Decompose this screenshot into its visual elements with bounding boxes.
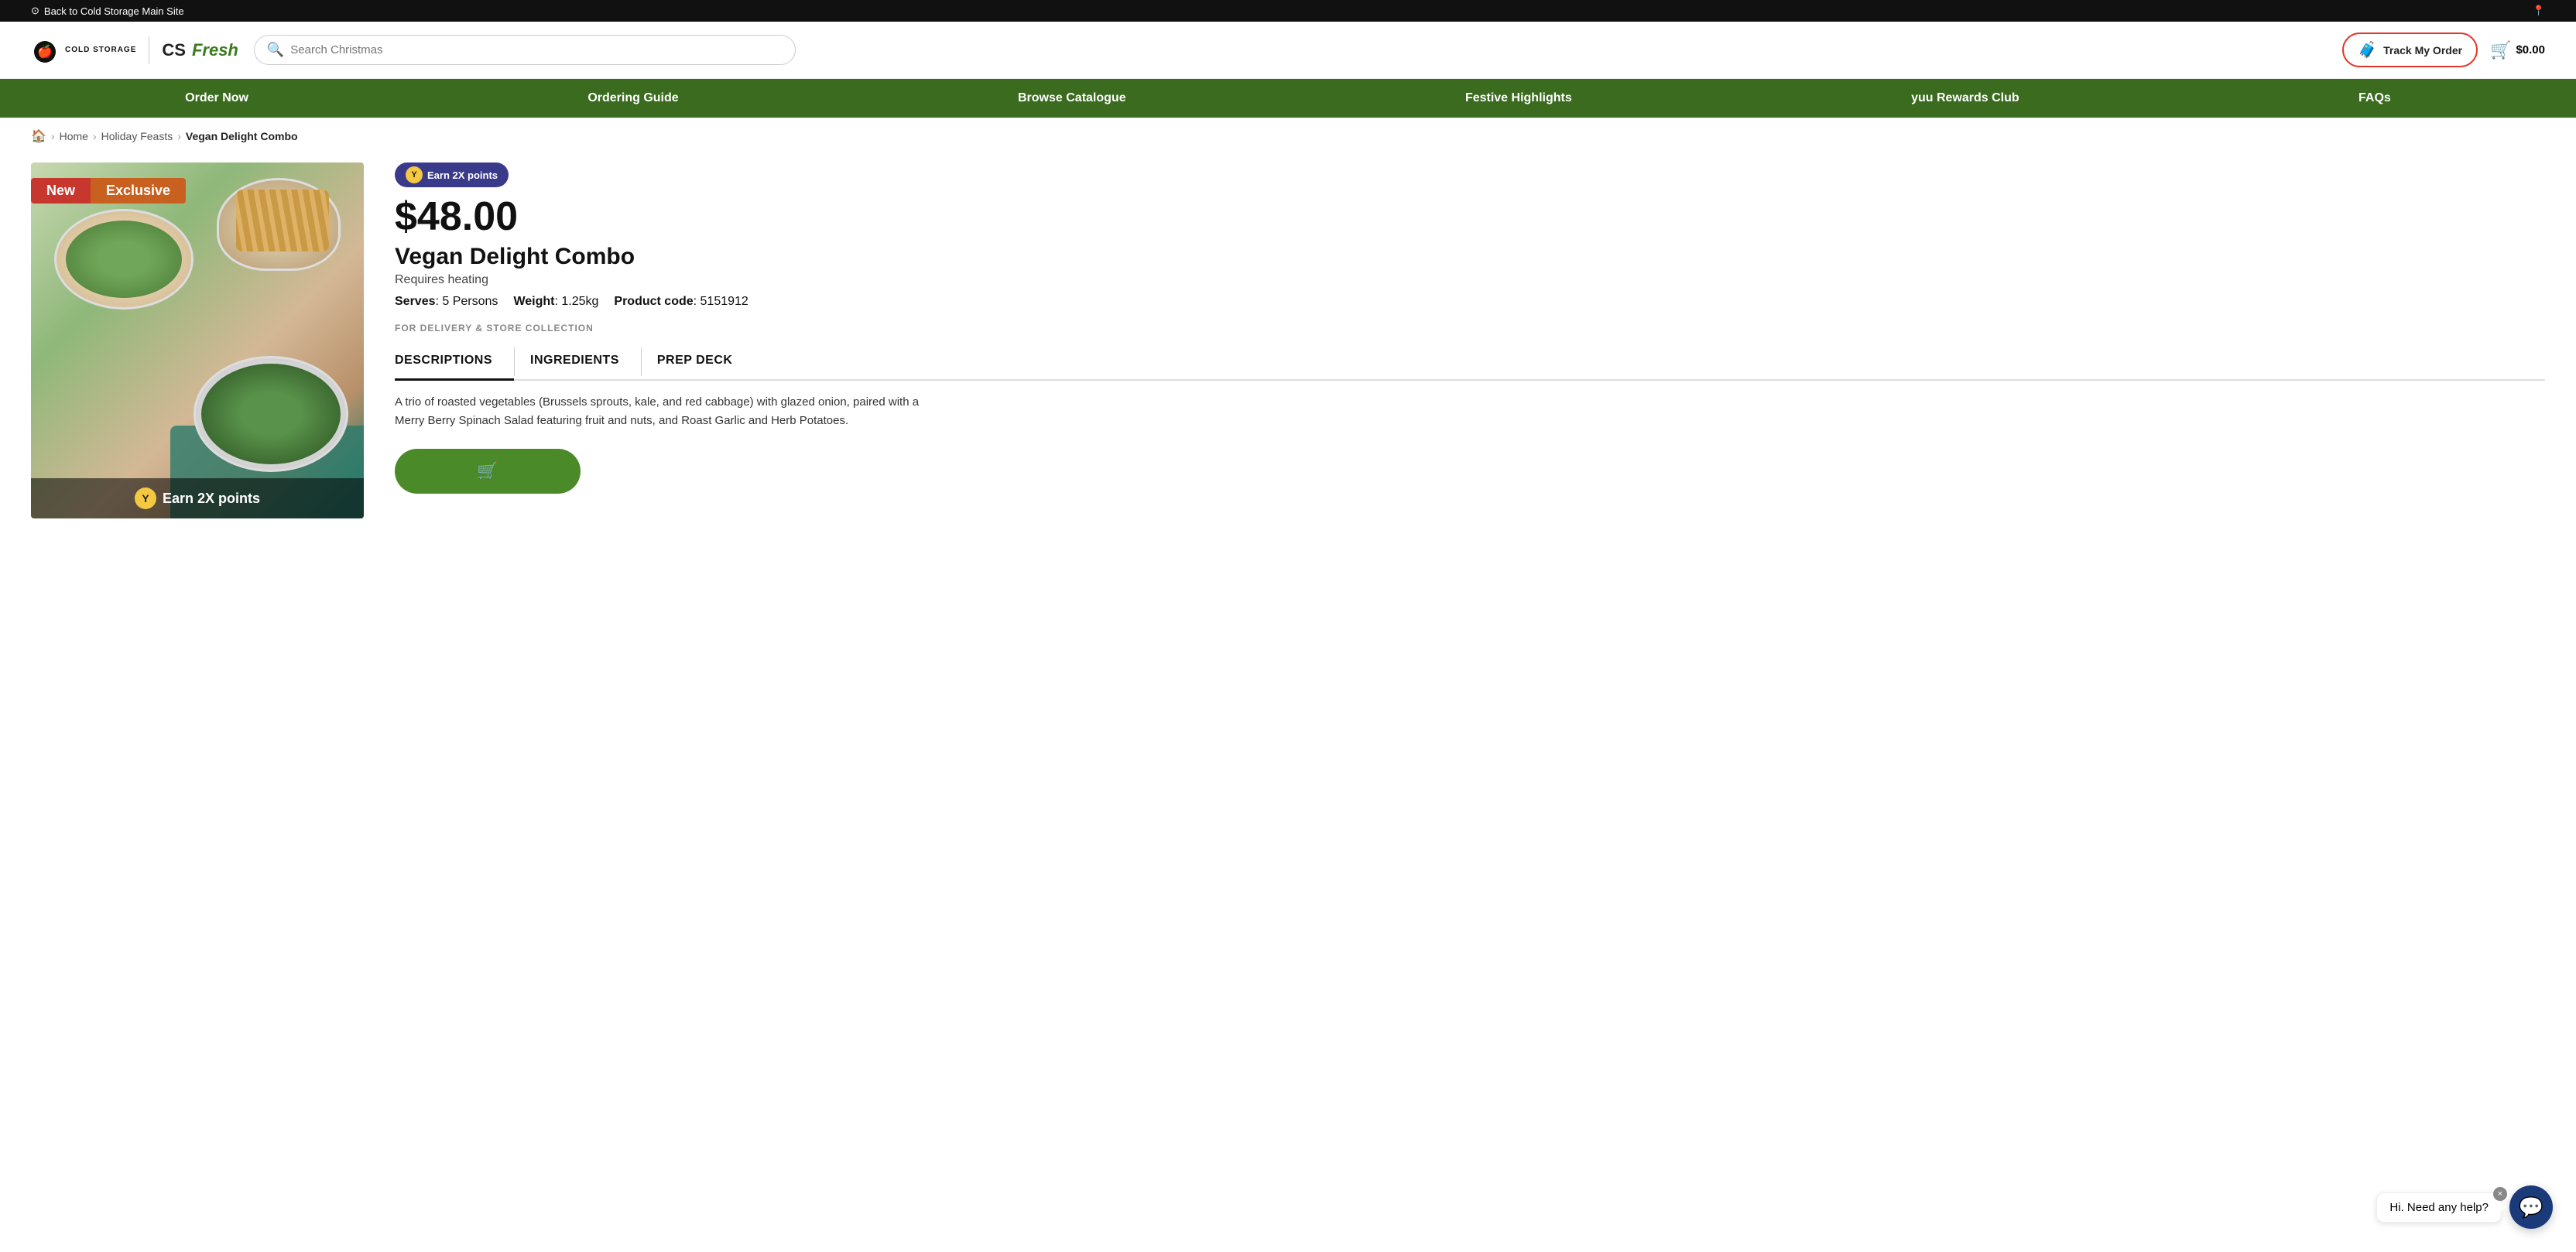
back-link-label: Back to Cold Storage Main Site <box>44 5 184 17</box>
cart-icon: 🛒 <box>2490 40 2511 60</box>
breadcrumb-home[interactable]: Home <box>60 130 88 142</box>
breadcrumb-sep-1: › <box>51 130 55 142</box>
cs-logo: CS <box>162 40 186 60</box>
nav-item-ordering-guide[interactable]: Ordering Guide <box>569 79 697 118</box>
cold-storage-logo-text: COLD STORAGE <box>65 46 136 54</box>
nav-item-faqs[interactable]: FAQs <box>2340 79 2410 118</box>
product-code-info: Product code: 5151912 <box>614 295 748 309</box>
weight-info: Weight: 1.25kg <box>513 295 598 309</box>
product-image-wrap: New Exclusive Y Earn 2X points <box>31 162 364 518</box>
search-icon: 🔍 <box>267 42 284 58</box>
badge-new: New <box>31 178 91 204</box>
luggage-icon: 🧳 <box>2358 40 2377 60</box>
main-content: New Exclusive Y Earn 2X points Y Earn 2X… <box>0 155 2576 549</box>
tab-divider-2 <box>641 347 642 376</box>
nav-item-order-now[interactable]: Order Now <box>166 79 267 118</box>
logo-area[interactable]: 🍎 COLD STORAGE CS Fresh <box>31 36 238 64</box>
badge-area: New Exclusive <box>31 178 186 204</box>
search-input[interactable] <box>290 43 783 56</box>
top-bar: ⊙ Back to Cold Storage Main Site 📍 <box>0 0 2576 22</box>
chat-tooltip-text: Hi. Need any help? <box>2389 1201 2489 1214</box>
breadcrumb: 🏠 › Home › Holiday Feasts › Vegan Deligh… <box>0 118 2576 155</box>
nav-item-browse-catalogue[interactable]: Browse Catalogue <box>999 79 1145 118</box>
product-meta: Serves: 5 Persons Weight: 1.25kg Product… <box>395 295 2545 309</box>
product-name: Vegan Delight Combo <box>395 244 2545 270</box>
earn-overlay-text: Earn 2X points <box>163 491 260 507</box>
earn-points-label: Earn 2X points <box>427 169 498 181</box>
earn-badge: Y Earn 2X points <box>395 162 509 187</box>
nav-item-yuu-rewards[interactable]: yuu Rewards Club <box>1893 79 2038 118</box>
yuu-icon-overlay: Y <box>135 487 156 509</box>
cold-storage-apple-icon: 🍎 <box>31 36 59 64</box>
breadcrumb-current: Vegan Delight Combo <box>186 130 298 142</box>
chat-close-button[interactable]: × <box>2493 1187 2507 1201</box>
search-bar[interactable]: 🔍 <box>254 35 796 65</box>
badge-exclusive: Exclusive <box>91 178 186 204</box>
header: 🍎 COLD STORAGE CS Fresh 🔍 🧳 Track My Ord… <box>0 22 2576 79</box>
greens-1 <box>66 221 182 298</box>
serves-info: Serves: 5 Persons <box>395 295 498 309</box>
chat-icon: 💬 <box>2519 1196 2543 1220</box>
earn-2x-overlay: Y Earn 2X points <box>31 478 364 518</box>
chat-button[interactable]: 💬 <box>2509 1185 2553 1229</box>
chat-tooltip: × Hi. Need any help? <box>2376 1192 2502 1223</box>
back-to-main-link[interactable]: ⊙ Back to Cold Storage Main Site <box>31 5 184 17</box>
yuu-circle-icon: Y <box>406 166 423 183</box>
breadcrumb-holiday-feasts[interactable]: Holiday Feasts <box>101 130 173 142</box>
breadcrumb-sep-3: › <box>177 130 181 142</box>
top-bar-right-icon: 📍 <box>2533 5 2545 17</box>
nav-item-festive-highlights[interactable]: Festive Highlights <box>1447 79 1591 118</box>
product-price: $48.00 <box>395 195 2545 239</box>
svg-text:🍎: 🍎 <box>37 44 53 59</box>
nav-bar: Order Now Ordering Guide Browse Catalogu… <box>0 79 2576 118</box>
track-order-button[interactable]: 🧳 Track My Order <box>2342 32 2478 67</box>
globe-icon: 📍 <box>2533 5 2545 16</box>
requires-heating: Requires heating <box>395 273 2545 287</box>
track-order-label: Track My Order <box>2383 44 2462 56</box>
tab-divider-1 <box>514 347 515 376</box>
cart-amount: $0.00 <box>2516 43 2545 56</box>
add-to-cart-button[interactable]: 🛒 <box>395 449 581 494</box>
fries-bowl <box>236 190 329 251</box>
header-actions: 🧳 Track My Order 🛒 $0.00 <box>2342 32 2545 67</box>
tab-descriptions[interactable]: DESCRIPTIONS <box>395 344 514 381</box>
home-icon[interactable]: 🏠 <box>31 128 46 144</box>
tabs: DESCRIPTIONS INGREDIENTS PREP DECK <box>395 344 2545 381</box>
chat-bubble-wrap: × Hi. Need any help? 💬 <box>2376 1185 2553 1229</box>
delivery-label: FOR DELIVERY & STORE COLLECTION <box>395 323 2545 334</box>
description-text: A trio of roasted vegetables (Brussels s… <box>395 393 937 430</box>
cart-btn-icon: 🛒 <box>477 461 498 481</box>
tab-prep-deck[interactable]: PREP DECK <box>657 344 755 379</box>
location-pin-icon: ⊙ <box>31 5 39 17</box>
tab-ingredients[interactable]: INGREDIENTS <box>530 344 641 379</box>
greens-2 <box>201 364 341 464</box>
product-image: New Exclusive Y Earn 2X points <box>31 162 364 518</box>
breadcrumb-sep-2: › <box>93 130 97 142</box>
product-info: Y Earn 2X points $48.00 Vegan Delight Co… <box>395 162 2545 494</box>
cart-area[interactable]: 🛒 $0.00 <box>2490 40 2545 60</box>
fresh-logo: Fresh <box>192 40 238 60</box>
